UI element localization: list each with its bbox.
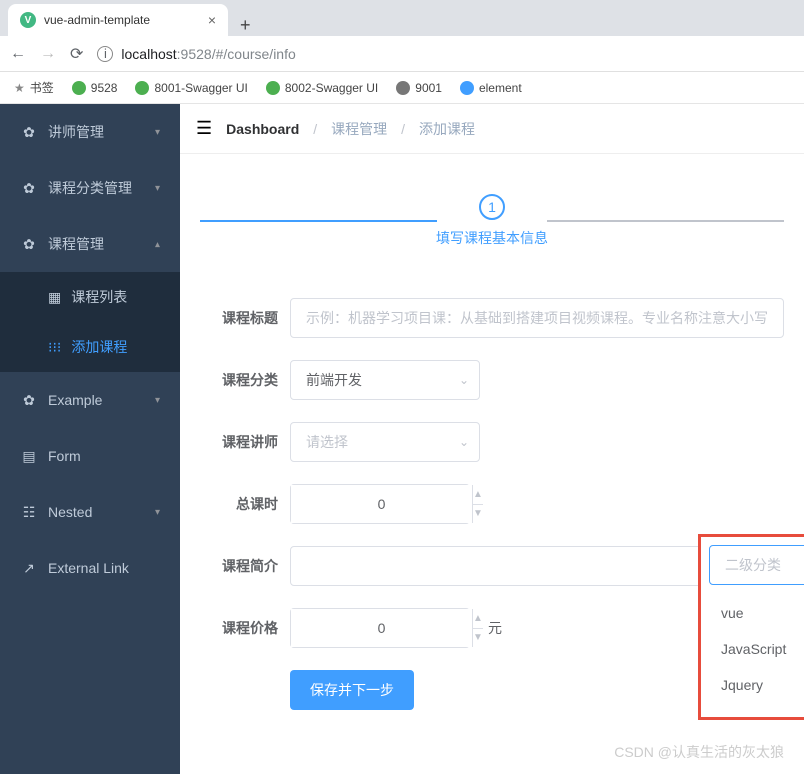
browser-tab-strip: V vue-admin-template × + [0, 0, 804, 36]
increment-button[interactable]: ▲ [473, 485, 483, 505]
chevron-down-icon: ⌄ [459, 435, 469, 449]
label-price: 课程价格 [200, 618, 290, 638]
course-title-input[interactable] [290, 298, 784, 338]
dropdown-option-jquery[interactable]: Jquery [701, 667, 804, 703]
bookmark-9001[interactable]: 9001 [396, 81, 442, 95]
gear-icon: ✿ [20, 180, 38, 197]
step-1-title: 填写课程基本信息 [436, 228, 548, 248]
element-icon [460, 81, 474, 95]
chevron-up-icon: ▾ [155, 239, 160, 250]
price-number-input[interactable]: ▲ ▼ [290, 608, 470, 648]
browser-tab[interactable]: V vue-admin-template × [8, 4, 228, 36]
dropdown-list: vue JavaScript Jquery [701, 589, 804, 709]
decrement-button[interactable]: ▼ [473, 629, 483, 648]
subcategory-select[interactable]: 二级分类 ⌃ [709, 545, 804, 585]
link-icon: ↗ [20, 560, 38, 577]
chevron-down-icon: ▾ [155, 507, 160, 518]
step-1-circle: 1 [479, 194, 505, 220]
forward-button[interactable]: → [40, 45, 56, 63]
steps: 1 填写课程基本信息 [200, 194, 784, 248]
gear-icon: ✿ [20, 236, 38, 253]
lesson-number-input[interactable]: ▲ ▼ [290, 484, 470, 524]
globe-icon [396, 81, 410, 95]
gear-icon: ✿ [20, 392, 38, 409]
nested-icon: ☷ [20, 504, 38, 521]
breadcrumb-add: 添加课程 [419, 119, 475, 139]
decrement-button[interactable]: ▼ [473, 505, 483, 524]
bookmark-9528[interactable]: 9528 [72, 81, 118, 95]
sidebar-item-example[interactable]: ✿ Example ▾ [0, 372, 180, 428]
sidebar-item-form[interactable]: ▤ Form [0, 428, 180, 484]
swagger-icon [135, 81, 149, 95]
reload-button[interactable]: ⟳ [70, 44, 83, 64]
address-bar[interactable]: i localhost:9528/#/course/info [97, 46, 794, 62]
breadcrumb: ☰ Dashboard / 课程管理 / 添加课程 [180, 104, 804, 154]
price-value[interactable] [291, 609, 472, 647]
hamburger-icon[interactable]: ☰ [196, 118, 212, 139]
category-select[interactable]: 前端开发 ⌄ [290, 360, 480, 400]
teacher-select[interactable]: 请选择 ⌄ [290, 422, 480, 462]
back-button[interactable]: ← [10, 45, 26, 63]
new-tab-button[interactable]: + [228, 15, 263, 36]
breadcrumb-dashboard[interactable]: Dashboard [226, 121, 299, 137]
breadcrumb-course[interactable]: 课程管理 [331, 119, 387, 139]
url-host: localhost [121, 46, 176, 62]
dropdown-option-vue[interactable]: vue [701, 595, 804, 631]
sidebar-item-external[interactable]: ↗ External Link [0, 540, 180, 596]
form-icon: ▤ [20, 448, 38, 465]
sidebar-item-teacher[interactable]: ✿ 讲师管理 ▾ [0, 104, 180, 160]
bookmark-8002[interactable]: 8002-Swagger UI [266, 81, 378, 95]
url-path: /#/course/info [212, 46, 296, 62]
subcategory-dropdown-panel: 二级分类 ⌃ vue JavaScript Jquery [698, 534, 804, 720]
bookmarks-folder[interactable]: ★书签 [14, 79, 54, 96]
price-unit: 元 [488, 618, 502, 638]
table-icon: ▦ [48, 289, 61, 306]
label-title: 课程标题 [200, 308, 290, 328]
chevron-down-icon: ▾ [155, 127, 160, 138]
bookmark-8001[interactable]: 8001-Swagger UI [135, 81, 247, 95]
lesson-value[interactable] [291, 485, 472, 523]
swagger-icon [266, 81, 280, 95]
label-category: 课程分类 [200, 370, 290, 390]
label-teacher: 课程讲师 [200, 432, 290, 452]
browser-toolbar: ← → ⟳ i localhost:9528/#/course/info [0, 36, 804, 72]
label-lesson: 总课时 [200, 494, 290, 514]
bookmark-element[interactable]: element [460, 81, 522, 95]
chevron-down-icon: ▾ [155, 183, 160, 194]
chevron-down-icon: ▾ [155, 395, 160, 406]
save-next-button[interactable]: 保存并下一步 [290, 670, 414, 710]
sidebar-sub-add-course[interactable]: ⁝⁝⁝ 添加课程 [0, 322, 180, 372]
gear-icon: ✿ [20, 124, 38, 141]
site-info-icon[interactable]: i [97, 46, 113, 62]
sidebar: ✿ 讲师管理 ▾ ✿ 课程分类管理 ▾ ✿ 课程管理 ▾ ▦ 课程列表 ⁝⁝⁝ … [0, 104, 180, 774]
dropdown-option-javascript[interactable]: JavaScript [701, 631, 804, 667]
increment-button[interactable]: ▲ [473, 609, 483, 629]
bookmarks-bar: ★书签 9528 8001-Swagger UI 8002-Swagger UI… [0, 72, 804, 104]
watermark: CSDN @认真生活的灰太狼 [614, 742, 784, 762]
close-tab-icon[interactable]: × [208, 12, 216, 28]
vue-favicon: V [20, 12, 36, 28]
label-desc: 课程简介 [200, 556, 290, 576]
chevron-down-icon: ⌄ [459, 373, 469, 387]
tab-title: vue-admin-template [44, 13, 150, 27]
url-port: :9528 [177, 46, 212, 62]
sidebar-item-category[interactable]: ✿ 课程分类管理 ▾ [0, 160, 180, 216]
sidebar-item-course[interactable]: ✿ 课程管理 ▾ [0, 216, 180, 272]
vue-icon [72, 81, 86, 95]
tree-icon: ⁝⁝⁝ [48, 339, 61, 356]
sidebar-item-nested[interactable]: ☷ Nested ▾ [0, 484, 180, 540]
sidebar-sub-course-list[interactable]: ▦ 课程列表 [0, 272, 180, 322]
